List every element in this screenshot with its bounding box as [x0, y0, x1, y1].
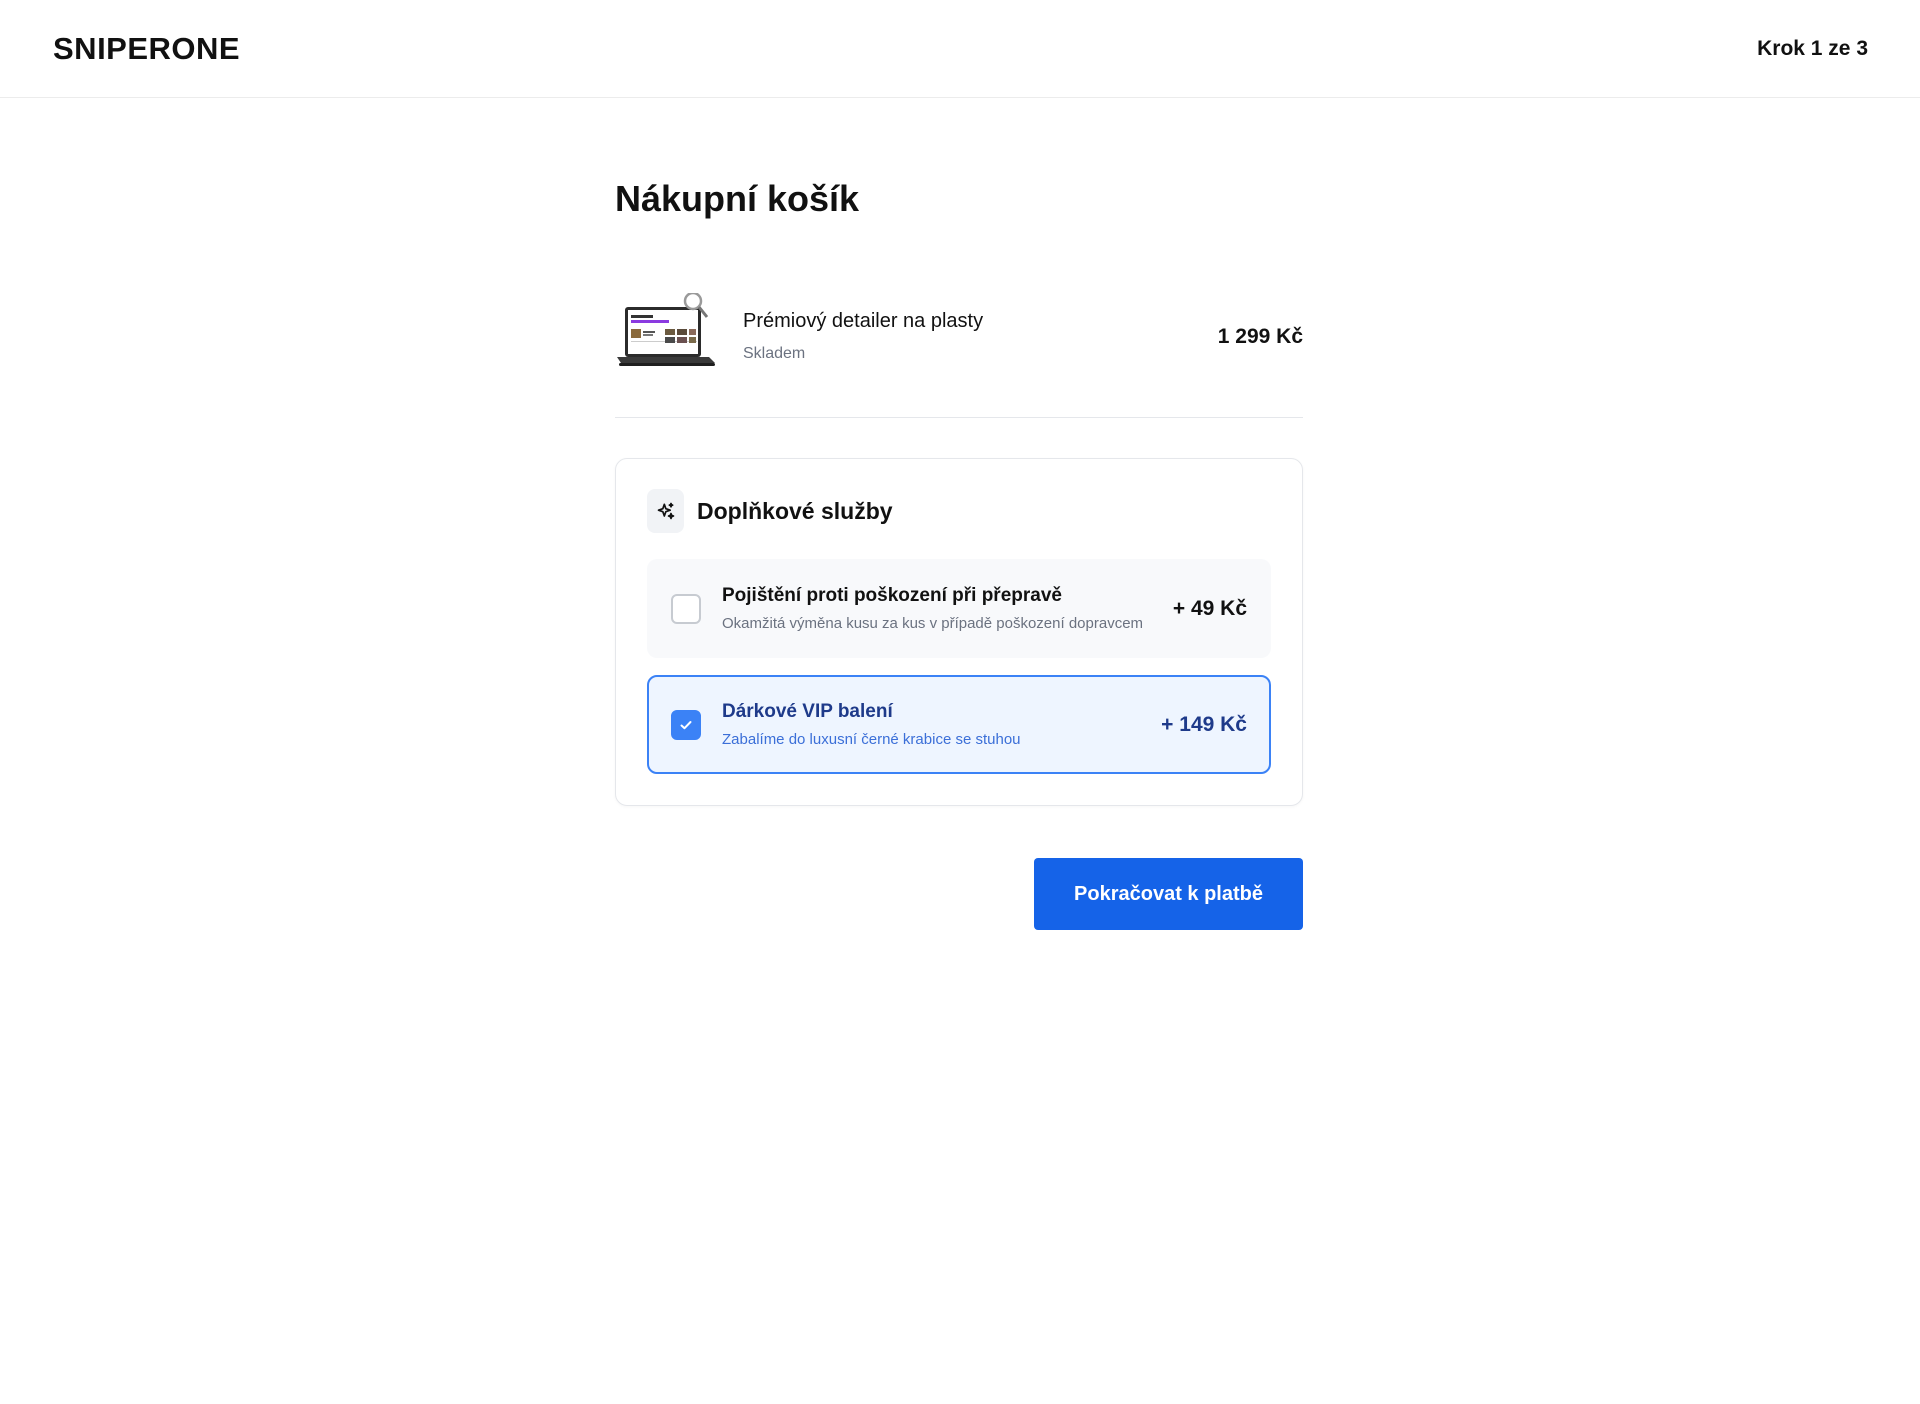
- item-name[interactable]: Prémiový detailer na plasty: [743, 310, 1218, 333]
- continue-to-payment-button[interactable]: Pokračovat k platbě: [1034, 858, 1303, 930]
- addon-text: Dárkové VIP balení Zabalíme do luxusní č…: [722, 701, 1161, 748]
- top-header: SNIPERONE Krok 1 ze 3: [0, 0, 1920, 98]
- item-info: Prémiový detailer na plasty Skladem: [743, 310, 1218, 363]
- cart-item: Prémiový detailer na plasty Skladem 1 29…: [615, 276, 1303, 418]
- addon-name: Pojištění proti poškození při přepravě: [722, 585, 1062, 606]
- laptop-product-image: [617, 291, 715, 366]
- brand-logo[interactable]: SNIPERONE: [53, 31, 240, 67]
- addon-option-insurance[interactable]: Pojištění proti poškození při přepravě O…: [647, 559, 1271, 658]
- addon-price: + 149 Kč: [1161, 712, 1247, 736]
- addons-card: Doplňkové služby Pojištění proti poškoze…: [615, 458, 1303, 806]
- checkmark-icon: [680, 720, 692, 729]
- product-image: [615, 291, 719, 381]
- addon-description: Okamžitá výměna kusu za kus v případě po…: [722, 615, 1144, 632]
- actions-row: Pokračovat k platbě: [615, 858, 1303, 930]
- checkout-step-indicator: Krok 1 ze 3: [1757, 36, 1868, 60]
- vip-packaging-checkbox[interactable]: [671, 709, 701, 740]
- addon-price: + 49 Kč: [1172, 596, 1247, 620]
- item-stock-status: Skladem: [743, 345, 806, 362]
- addon-description: Zabalíme do luxusní černé krabice se stu…: [722, 731, 1021, 748]
- addon-text: Pojištění proti poškození při přepravě O…: [722, 585, 1173, 632]
- sparkle-icon: [647, 489, 684, 533]
- cart-main: Nákupní košík Prémiový detailer na plast…: [615, 98, 1303, 930]
- addons-header: Doplňkové služby: [647, 489, 1271, 533]
- addons-title: Doplňkové služby: [697, 497, 893, 524]
- page-title: Nákupní košík: [615, 178, 860, 219]
- item-price: 1 299 Kč: [1217, 324, 1303, 348]
- addon-option-vip-packaging[interactable]: Dárkové VIP balení Zabalíme do luxusní č…: [647, 675, 1271, 774]
- addon-name: Dárkové VIP balení: [722, 701, 893, 722]
- insurance-checkbox[interactable]: [671, 593, 701, 624]
